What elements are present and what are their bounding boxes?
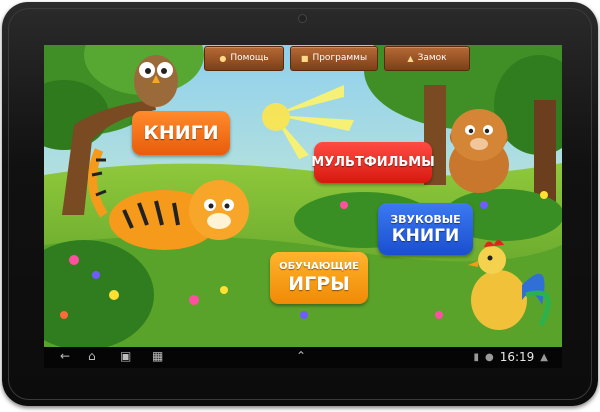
back-icon[interactable]: ← [60, 349, 70, 363]
audio-books-label-line1: ЗВУКОВЫЕ [390, 212, 461, 226]
screenshot-icon[interactable]: ▦ [152, 349, 163, 363]
programs-label: Программы [312, 53, 368, 63]
owl-character [134, 55, 178, 107]
chevron-up-icon[interactable]: ⌃ [296, 349, 306, 363]
lock-label: Замок [417, 53, 447, 63]
forest-illustration [44, 45, 562, 347]
audio-books-button[interactable]: ЗВУКОВЫЕ КНИГИ [378, 203, 473, 255]
lock-button[interactable]: ▲ Замок [384, 46, 470, 71]
wifi-icon: ▲ [540, 351, 548, 363]
sd-card-icon: ▮ [473, 351, 479, 363]
flowers [60, 191, 548, 319]
home-icon[interactable]: ⌂ [88, 349, 96, 363]
app-screen: ● Помощь ■ Программы ▲ Замок КНИГИ МУЛЬТ… [44, 45, 562, 368]
right-tree [364, 45, 562, 210]
system-navigation-bar: ← ⌂ ▣ ▦ ⌃ ▮ ● 16:19 ▲ [44, 347, 562, 368]
recent-apps-icon[interactable]: ▣ [120, 349, 131, 363]
books-button[interactable]: КНИГИ [132, 111, 230, 155]
android-icon: ● [484, 351, 494, 363]
programs-button[interactable]: ■ Программы [290, 46, 378, 71]
top-menu-bar: ● Помощь ■ Программы ▲ Замок [44, 45, 562, 71]
info-icon: ● [219, 54, 227, 63]
tablet-frame: ● Помощь ■ Программы ▲ Замок КНИГИ МУЛЬТ… [2, 2, 598, 406]
front-camera [298, 14, 307, 23]
status-area: ▮ ● 16:19 ▲ [473, 350, 548, 364]
learning-games-label-line2: ИГРЫ [288, 273, 350, 295]
books-label: КНИГИ [143, 121, 219, 144]
rooster-character [468, 240, 551, 330]
folder-icon: ■ [300, 54, 309, 63]
help-button[interactable]: ● Помощь [204, 46, 284, 71]
learning-games-button[interactable]: ОБУЧАЮЩИЕ ИГРЫ [270, 252, 368, 304]
cartoons-label: МУЛЬТФИЛЬМЫ [311, 155, 435, 170]
left-tree [44, 45, 204, 215]
cartoons-button[interactable]: МУЛЬТФИЛЬМЫ [311, 142, 435, 183]
bear-character [449, 109, 509, 193]
learning-games-label-line1: ОБУЧАЮЩИЕ [279, 261, 359, 272]
help-label: Помощь [230, 53, 269, 63]
audio-books-label-line2: КНИГИ [391, 225, 460, 246]
status-time: 16:19 [499, 350, 535, 364]
lock-icon: ▲ [407, 54, 414, 63]
sun-rays [262, 85, 354, 159]
tiger-character [88, 148, 249, 250]
